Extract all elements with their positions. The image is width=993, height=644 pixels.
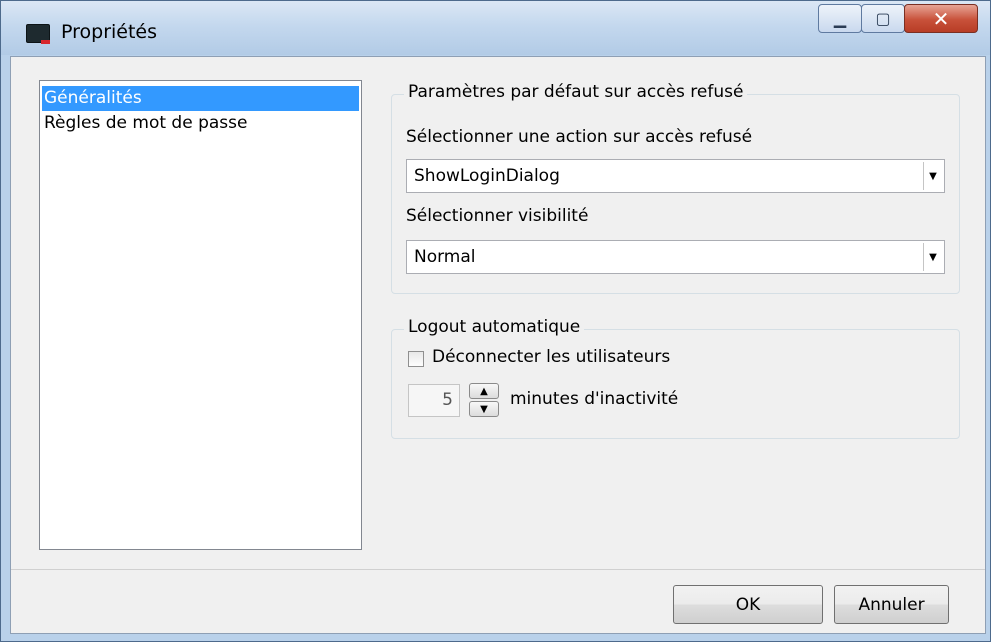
category-item-general[interactable]: Généralités [42,86,359,111]
minutes-spin-down-button[interactable]: ▼ [469,401,499,417]
spin-up-icon: ▲ [480,385,488,397]
footer-separator [11,569,985,570]
minimize-icon: ▁ [833,9,847,28]
visibility-label: Sélectionner visibilité [406,206,589,226]
ok-button[interactable]: OK [673,585,823,624]
minutes-input[interactable]: 5 [408,384,460,417]
maximize-icon: ▢ [875,9,891,28]
close-icon: ✕ [932,6,950,31]
visibility-dropdown-arrow-icon[interactable]: ▼ [923,243,942,271]
cancel-button[interactable]: Annuler [834,585,949,624]
dialog-client-area: Généralités Règles de mot de passe Param… [10,56,986,634]
action-dropdown[interactable]: ShowLoginDialog ▼ [406,159,945,193]
visibility-dropdown[interactable]: Normal ▼ [406,240,945,274]
access-denied-legend: Paramètres par défaut sur accès refusé [404,82,748,102]
title-bar[interactable]: Propriétés ▁ ▢ ✕ [1,1,990,55]
maximize-button[interactable]: ▢ [861,4,905,33]
minutes-spin-up-button[interactable]: ▲ [469,383,499,399]
category-list: Généralités Règles de mot de passe [39,80,362,550]
minutes-label: minutes d'inactivité [510,389,679,409]
visibility-dropdown-value: Normal [414,247,476,267]
window-title: Propriétés [61,21,158,43]
disconnect-users-label[interactable]: Déconnecter les utilisateurs [432,347,670,367]
action-dropdown-value: ShowLoginDialog [414,166,560,186]
window-controls: ▁ ▢ ✕ [818,4,978,34]
auto-logout-legend: Logout automatique [404,317,585,337]
minimize-button[interactable]: ▁ [818,4,862,33]
action-dropdown-arrow-icon[interactable]: ▼ [923,162,942,190]
properties-window: Propriétés ▁ ▢ ✕ Généralités Règles de m… [0,0,991,642]
app-terminal-icon [26,24,50,44]
close-button[interactable]: ✕ [904,4,978,33]
category-item-password-rules[interactable]: Règles de mot de passe [42,111,359,136]
action-label: Sélectionner une action sur accès refusé [406,127,753,147]
disconnect-users-checkbox[interactable] [408,351,424,367]
spin-down-icon: ▼ [480,403,488,415]
